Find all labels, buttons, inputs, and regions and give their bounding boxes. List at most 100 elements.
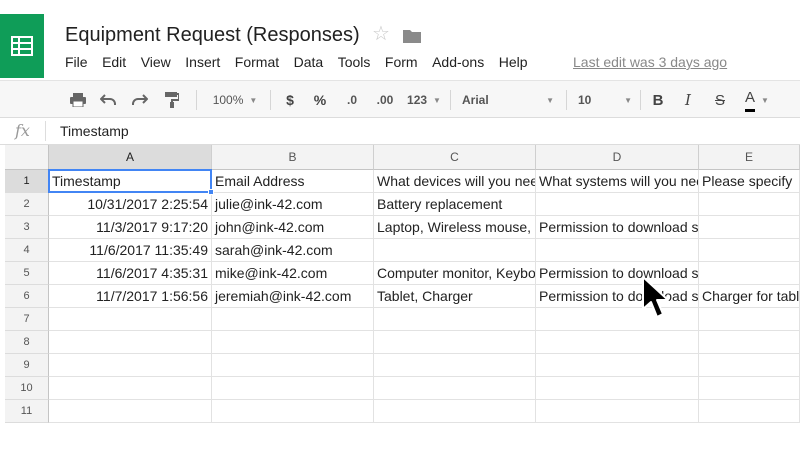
menu-tools[interactable]: Tools [338, 54, 371, 74]
cell-c1[interactable]: What devices will you need [374, 170, 536, 193]
cell-a9[interactable] [49, 354, 212, 377]
cell-d4[interactable] [536, 239, 699, 262]
cell-c5[interactable]: Computer monitor, Keyboard [374, 262, 536, 285]
bold-button[interactable]: B [646, 81, 670, 119]
cell-e8[interactable] [699, 331, 800, 354]
cell-b10[interactable] [212, 377, 374, 400]
cell-c10[interactable] [374, 377, 536, 400]
cell-d11[interactable] [536, 400, 699, 423]
menu-data[interactable]: Data [294, 54, 324, 74]
row-header-9[interactable]: 9 [5, 354, 49, 377]
menu-insert[interactable]: Insert [185, 54, 220, 74]
cell-d1[interactable]: What systems will you need [536, 170, 699, 193]
select-all-corner[interactable] [5, 145, 49, 170]
strikethrough-button[interactable]: S [708, 81, 732, 119]
cell-a8[interactable] [49, 331, 212, 354]
row-header-8[interactable]: 8 [5, 331, 49, 354]
cell-e5[interactable] [699, 262, 800, 285]
last-edit-link[interactable]: Last edit was 3 days ago [573, 54, 727, 70]
cell-a4[interactable]: 11/6/2017 11:35:49 [49, 239, 212, 262]
cell-e1[interactable]: Please specify [699, 170, 800, 193]
print-icon[interactable] [66, 81, 90, 119]
italic-button[interactable]: I [676, 81, 700, 119]
zoom-select[interactable]: 100% ▼ [206, 81, 264, 119]
cell-b6[interactable]: jeremiah@ink-42.com [212, 285, 374, 308]
cell-e3[interactable] [699, 216, 800, 239]
cell-c3[interactable]: Laptop, Wireless mouse, [374, 216, 536, 239]
cell-d8[interactable] [536, 331, 699, 354]
row-header-11[interactable]: 11 [5, 400, 49, 423]
cell-a7[interactable] [49, 308, 212, 331]
more-formats-select[interactable]: 123 ▼ [404, 81, 444, 119]
cell-a10[interactable] [49, 377, 212, 400]
menu-add-ons[interactable]: Add-ons [432, 54, 484, 74]
currency-format-button[interactable]: $ [278, 81, 302, 119]
percent-format-button[interactable]: % [308, 81, 332, 119]
cell-a1[interactable]: Timestamp [49, 170, 212, 193]
cell-d10[interactable] [536, 377, 699, 400]
row-header-7[interactable]: 7 [5, 308, 49, 331]
cell-d6[interactable]: Permission to download s [536, 285, 699, 308]
cell-d7[interactable] [536, 308, 699, 331]
menu-format[interactable]: Format [235, 54, 279, 74]
cell-a2[interactable]: 10/31/2017 2:25:54 [49, 193, 212, 216]
cell-b5[interactable]: mike@ink-42.com [212, 262, 374, 285]
cell-b8[interactable] [212, 331, 374, 354]
sheets-logo-icon[interactable] [0, 14, 44, 78]
cell-c11[interactable] [374, 400, 536, 423]
document-title[interactable]: Equipment Request (Responses) [65, 24, 360, 47]
column-header-b[interactable]: B [212, 145, 374, 170]
folder-icon[interactable] [403, 29, 421, 48]
font-family-select[interactable]: Arial ▼ [458, 81, 558, 119]
undo-icon[interactable] [96, 81, 120, 119]
cell-d9[interactable] [536, 354, 699, 377]
cell-c8[interactable] [374, 331, 536, 354]
cell-a11[interactable] [49, 400, 212, 423]
cell-c9[interactable] [374, 354, 536, 377]
row-header-2[interactable]: 2 [5, 193, 49, 216]
cell-b1[interactable]: Email Address [212, 170, 374, 193]
cell-b3[interactable]: john@ink-42.com [212, 216, 374, 239]
decrease-decimal-button[interactable]: .0 [338, 81, 366, 119]
cell-b9[interactable] [212, 354, 374, 377]
row-header-6[interactable]: 6 [5, 285, 49, 308]
text-color-button[interactable]: A ▼ [740, 81, 774, 119]
row-header-3[interactable]: 3 [5, 216, 49, 239]
menu-form[interactable]: Form [385, 54, 418, 74]
cell-e2[interactable] [699, 193, 800, 216]
cell-e6[interactable]: Charger for tablet [699, 285, 800, 308]
row-header-4[interactable]: 4 [5, 239, 49, 262]
font-size-select[interactable]: 10 ▼ [574, 81, 636, 119]
fill-handle[interactable] [208, 189, 214, 195]
cell-d3[interactable]: Permission to download software, Google [536, 216, 699, 239]
menu-help[interactable]: Help [499, 54, 528, 74]
cell-a6[interactable]: 11/7/2017 1:56:56 [49, 285, 212, 308]
cell-b11[interactable] [212, 400, 374, 423]
cell-c4[interactable] [374, 239, 536, 262]
cell-b2[interactable]: julie@ink-42.com [212, 193, 374, 216]
column-header-c[interactable]: C [374, 145, 536, 170]
cell-c7[interactable] [374, 308, 536, 331]
cell-a3[interactable]: 11/3/2017 9:17:20 [49, 216, 212, 239]
menu-file[interactable]: File [65, 54, 88, 74]
cell-a5[interactable]: 11/6/2017 4:35:31 [49, 262, 212, 285]
column-header-a[interactable]: A [49, 145, 212, 170]
cell-b4[interactable]: sarah@ink-42.com [212, 239, 374, 262]
cell-c6[interactable]: Tablet, Charger [374, 285, 536, 308]
menu-edit[interactable]: Edit [102, 54, 126, 74]
cell-e7[interactable] [699, 308, 800, 331]
formula-input[interactable]: Timestamp [60, 123, 129, 139]
redo-icon[interactable] [128, 81, 152, 119]
star-icon[interactable]: ☆ [372, 24, 390, 44]
menu-view[interactable]: View [141, 54, 171, 74]
cell-c2[interactable]: Battery replacement [374, 193, 536, 216]
paint-format-icon[interactable] [160, 81, 184, 119]
row-header-10[interactable]: 10 [5, 377, 49, 400]
cell-e4[interactable] [699, 239, 800, 262]
row-header-5[interactable]: 5 [5, 262, 49, 285]
cell-b7[interactable] [212, 308, 374, 331]
cell-d5[interactable]: Permission to download software, Google [536, 262, 699, 285]
cell-e11[interactable] [699, 400, 800, 423]
increase-decimal-button[interactable]: .00 [370, 81, 400, 119]
cell-d2[interactable] [536, 193, 699, 216]
